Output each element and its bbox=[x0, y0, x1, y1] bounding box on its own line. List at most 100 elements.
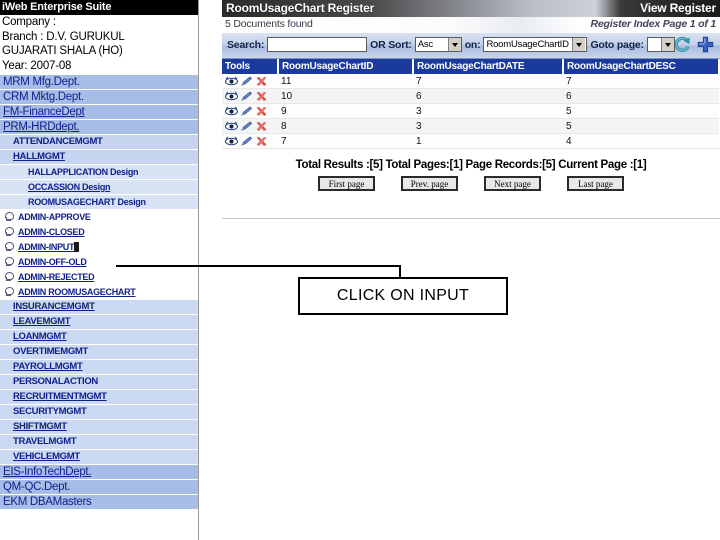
sidebar-item-eis-infotechdept[interactable]: EIS-InfoTechDept. bbox=[0, 465, 198, 480]
sidebar-item-hallapplication-design[interactable]: HALLAPPLICATION Design bbox=[0, 165, 198, 180]
sidebar-item-attendancemgmt[interactable]: ATTENDANCEMGMT bbox=[0, 135, 198, 150]
first-page-button[interactable]: First page bbox=[318, 176, 375, 191]
last-page-button[interactable]: Last page bbox=[567, 176, 624, 191]
column-header-desc[interactable]: RoomUsageChartDESC bbox=[563, 59, 720, 74]
delete-x-icon[interactable] bbox=[255, 106, 268, 117]
edit-pencil-icon[interactable] bbox=[240, 120, 253, 132]
delete-x-icon[interactable] bbox=[255, 121, 268, 132]
row-id-cell: 7 bbox=[278, 133, 413, 149]
delete-x-icon[interactable] bbox=[255, 136, 268, 147]
row-tools-cell bbox=[222, 133, 278, 149]
sidebar-item-ekm-dbamasters[interactable]: EKM DBAMasters bbox=[0, 495, 198, 510]
sidebar-item-admin-input[interactable]: ADMIN-INPUT bbox=[0, 240, 198, 255]
sidebar-item-leavemgmt[interactable]: LEAVEMGMT bbox=[0, 315, 198, 330]
sidebar-item-label: HALLAPPLICATION Design bbox=[28, 167, 139, 177]
company-label: Company : bbox=[2, 16, 56, 28]
view-icon[interactable] bbox=[225, 136, 238, 147]
view-icon[interactable] bbox=[225, 91, 238, 102]
sidebar-item-personalaction[interactable]: PERSONALACTION bbox=[0, 375, 198, 390]
row-tools-cell bbox=[222, 118, 278, 134]
sidebar-item-travelmgmt[interactable]: TRAVELMGMT bbox=[0, 435, 198, 450]
sidebar-item-occassion-design[interactable]: OCCASSION Design bbox=[0, 180, 198, 195]
sidebar-item-label: ADMIN-REJECTED bbox=[18, 272, 95, 282]
sidebar-item-admin-roomusagechart[interactable]: ADMIN ROOMUSAGECHART bbox=[0, 285, 198, 300]
sidebar-item-hallmgmt[interactable]: HALLMGMT bbox=[0, 150, 198, 165]
row-id-cell: 8 bbox=[278, 118, 413, 134]
row-date-cell: 3 bbox=[413, 103, 563, 119]
column-header-tools[interactable]: Tools bbox=[222, 59, 279, 74]
page-icon bbox=[4, 272, 15, 281]
column-header-id[interactable]: RoomUsageChartID bbox=[278, 59, 414, 74]
sidebar-item-label: RECRUITMENTMGMT bbox=[13, 391, 107, 402]
sidebar-item-admin-off-old[interactable]: ADMIN-OFF-OLD bbox=[0, 255, 198, 270]
sidebar-item-securitymgmt[interactable]: SECURITYMGMT bbox=[0, 405, 198, 420]
page-icon bbox=[4, 257, 15, 266]
register-index-info: Register Index Page 1 of 1 bbox=[590, 18, 716, 30]
table-row[interactable]: 835 bbox=[222, 118, 719, 134]
sidebar-item-label: FM-FinanceDept bbox=[3, 106, 85, 118]
goto-page-select[interactable] bbox=[646, 37, 675, 52]
edit-pencil-icon[interactable] bbox=[240, 105, 253, 117]
sidebar-item-label: QM-QC.Dept. bbox=[3, 481, 70, 493]
table-row[interactable]: 11 7 7 bbox=[222, 74, 719, 89]
chevron-down-icon bbox=[661, 38, 674, 51]
delete-x-icon[interactable] bbox=[255, 91, 268, 102]
view-icon[interactable] bbox=[225, 121, 238, 132]
sidebar-item-admin-approve[interactable]: ADMIN-APPROVE bbox=[0, 210, 198, 225]
edit-pencil-icon[interactable] bbox=[240, 90, 253, 102]
edit-pencil-icon[interactable] bbox=[240, 135, 253, 147]
page-icon bbox=[4, 227, 15, 236]
table-row[interactable]: 935 bbox=[222, 103, 719, 119]
selection-highlight bbox=[74, 242, 79, 252]
row-desc-cell: 6 bbox=[563, 88, 719, 104]
search-input[interactable] bbox=[267, 37, 368, 52]
sidebar-item-recruitmentmgmt[interactable]: RECRUITMENTMGMT bbox=[0, 390, 198, 405]
sidebar-item-vehiclemgmt[interactable]: VEHICLEMGMT bbox=[0, 450, 198, 465]
row-tools-cell bbox=[222, 88, 278, 104]
sidebar-item-shiftmgmt[interactable]: SHIFTMGMT bbox=[0, 420, 198, 435]
refresh-icon[interactable] bbox=[673, 35, 692, 54]
add-plus-icon[interactable] bbox=[696, 35, 715, 54]
table-row[interactable]: 714 bbox=[222, 133, 719, 149]
sort-direction-select[interactable]: Asc bbox=[414, 37, 462, 52]
sidebar-item-admin-closed[interactable]: ADMIN-CLOSED bbox=[0, 225, 198, 240]
sidebar-item-insurancemgmt[interactable]: INSURANCEMGMT bbox=[0, 300, 198, 315]
table-body: 11 7 7 10 6 6 9 3 5 8 3 5 7 1 4 bbox=[222, 74, 719, 149]
callout-leader-line-horizontal bbox=[116, 265, 401, 267]
sort-field-select[interactable]: RoomUsageChartID bbox=[483, 37, 588, 52]
sidebar-item-fm-financedept[interactable]: FM-FinanceDept bbox=[0, 105, 198, 120]
table-row[interactable]: 10 6 6 bbox=[222, 88, 719, 104]
sidebar-item-prm-hrddept[interactable]: PRM-HRDdept. bbox=[0, 120, 198, 135]
sidebar-item-overtimemgmt[interactable]: OVERTIMEMGMT bbox=[0, 345, 198, 360]
view-icon[interactable] bbox=[225, 106, 238, 117]
row-id-cell: 10 bbox=[278, 88, 413, 104]
row-desc-cell: 4 bbox=[563, 133, 719, 149]
table-header-row: Tools RoomUsageChartID RoomUsageChartDAT… bbox=[222, 59, 720, 74]
page-icon bbox=[4, 212, 15, 221]
sidebar-item-label: EKM DBAMasters bbox=[3, 496, 92, 508]
sidebar-item-admin-rejected[interactable]: ADMIN-REJECTED bbox=[0, 270, 198, 285]
page-icon bbox=[4, 242, 15, 251]
sidebar-item-qm-qc-dept[interactable]: QM-QC.Dept. bbox=[0, 480, 198, 495]
sidebar-item-mrm-mfg-dept[interactable]: MRM Mfg.Dept. bbox=[0, 75, 198, 90]
view-icon[interactable] bbox=[225, 76, 238, 87]
row-date-cell: 7 bbox=[413, 74, 563, 89]
column-header-date[interactable]: RoomUsageChartDATE bbox=[413, 59, 564, 74]
callout-box: CLICK ON INPUT bbox=[298, 277, 508, 315]
delete-x-icon[interactable] bbox=[255, 76, 268, 87]
sidebar-item-loanmgmt[interactable]: LOANMGMT bbox=[0, 330, 198, 345]
sidebar-item-label: LEAVEMGMT bbox=[13, 316, 71, 327]
sort-label: OR Sort: bbox=[370, 38, 412, 51]
next-page-button[interactable]: Next page bbox=[484, 176, 541, 191]
sidebar-item-label: EIS-InfoTechDept. bbox=[3, 466, 92, 478]
sidebar-item-label: ADMIN-CLOSED bbox=[18, 227, 85, 237]
results-summary: Total Results :[5] Total Pages:[1] Page … bbox=[295, 159, 647, 171]
sidebar-item-payrollmgmt[interactable]: PAYROLLMGMT bbox=[0, 360, 198, 375]
page-icon bbox=[4, 287, 15, 296]
prev-page-button[interactable]: Prev. page bbox=[401, 176, 458, 191]
sidebar-item-crm-mktg-dept[interactable]: CRM Mktg.Dept. bbox=[0, 90, 198, 105]
sidebar-item-roomusagechart-design[interactable]: ROOMUSAGECHART Design bbox=[0, 195, 198, 210]
edit-pencil-icon[interactable] bbox=[240, 75, 253, 87]
sidebar-item-label: INSURANCEMGMT bbox=[13, 301, 95, 312]
row-date-cell: 6 bbox=[413, 88, 563, 104]
